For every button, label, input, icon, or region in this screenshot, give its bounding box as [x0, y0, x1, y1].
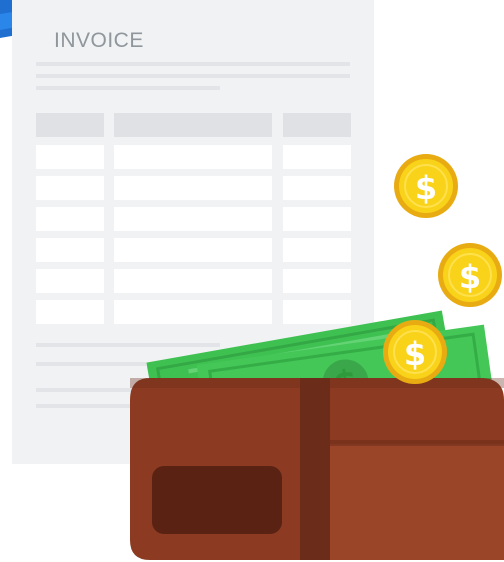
dollar-sign-icon: $	[459, 258, 481, 296]
table-cell	[283, 207, 351, 231]
text-line	[36, 362, 146, 366]
wallet-card-slot	[152, 466, 282, 534]
table-cell	[283, 176, 351, 200]
coin: $	[383, 320, 447, 384]
table-cell	[114, 207, 272, 231]
table-cell	[114, 176, 272, 200]
table-cell	[36, 269, 104, 293]
table-cell	[36, 145, 104, 169]
table-header-cell	[114, 113, 272, 137]
table-cell	[36, 238, 104, 262]
table-cell	[114, 238, 272, 262]
wallet	[130, 378, 504, 560]
table-header-cell	[283, 113, 351, 137]
text-line	[36, 343, 220, 347]
table-cell	[283, 269, 351, 293]
table-cell	[36, 176, 104, 200]
table-cell	[283, 238, 351, 262]
text-line	[36, 388, 146, 392]
table-cell	[114, 300, 272, 324]
table-cell	[36, 207, 104, 231]
dollar-sign-icon: $	[404, 335, 426, 373]
text-line	[36, 62, 350, 66]
table-cell	[283, 145, 351, 169]
coin: $	[438, 243, 502, 307]
table-cell	[36, 300, 104, 324]
illustration-canvas: INVOICE $ $ $	[0, 0, 504, 560]
dollar-sign-icon: $	[415, 169, 437, 207]
text-line	[36, 86, 220, 90]
table-cell	[114, 145, 272, 169]
wallet-fold	[300, 378, 330, 560]
coin: $	[394, 154, 458, 218]
wallet-front-pocket	[330, 444, 504, 560]
table-cell	[283, 300, 351, 324]
table-header-cell	[36, 113, 104, 137]
invoice-title: INVOICE	[54, 29, 144, 52]
text-line	[36, 404, 146, 408]
text-line	[36, 74, 350, 78]
table-cell	[114, 269, 272, 293]
